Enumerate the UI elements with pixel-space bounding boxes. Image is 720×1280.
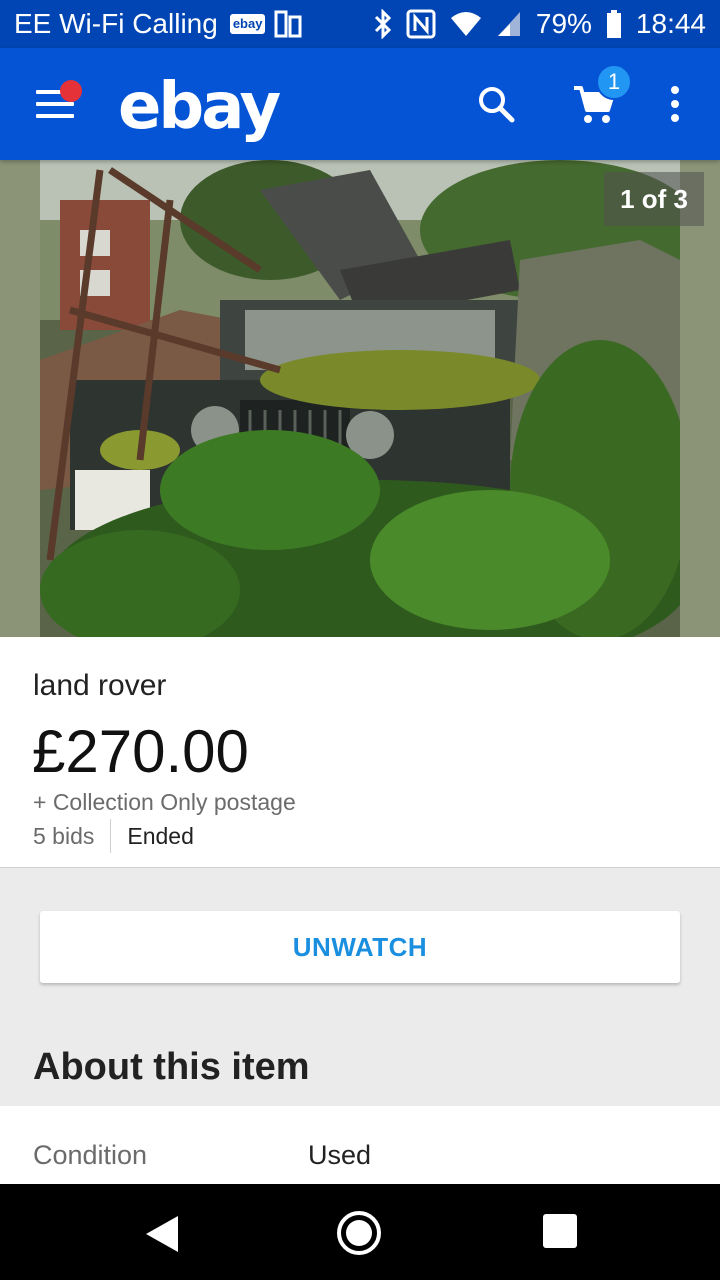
- condition-value: Used: [308, 1140, 372, 1170]
- listing-summary: land rover £270.00 + Collection Only pos…: [0, 637, 720, 868]
- unwatch-button[interactable]: UNWATCH: [40, 911, 680, 983]
- battery-icon: [606, 10, 622, 38]
- system-nav-bar: [0, 1184, 720, 1280]
- listing-status: Ended: [127, 822, 194, 849]
- bluetooth-icon: [374, 9, 392, 39]
- back-icon[interactable]: [142, 1214, 182, 1254]
- more-vert-icon[interactable]: [660, 84, 690, 124]
- about-heading: About this item: [33, 1046, 310, 1088]
- bid-count: 5 bids: [33, 822, 95, 849]
- menu-icon[interactable]: [36, 80, 82, 118]
- ebay-notification-icon: ebay: [229, 14, 266, 34]
- divider: [110, 819, 112, 853]
- cart-count-badge: 1: [596, 64, 632, 100]
- home-icon[interactable]: [336, 1210, 382, 1256]
- clock: 18:44: [635, 8, 706, 39]
- status-bar: EE Wi-Fi Calling ebay 79% 18:44: [0, 0, 720, 48]
- search-icon[interactable]: [476, 84, 516, 124]
- bid-status-row: 5 bids Ended: [33, 819, 194, 853]
- screen-mirror-icon: [273, 9, 303, 39]
- image-counter: 1 of 3: [604, 172, 704, 226]
- carrier-label: EE Wi-Fi Calling: [14, 8, 218, 39]
- condition-label: Condition: [33, 1140, 148, 1170]
- image-gallery[interactable]: 1 of 3: [0, 160, 720, 637]
- item-title: land rover: [33, 669, 167, 702]
- recents-icon[interactable]: [543, 1214, 577, 1248]
- nfc-icon: [406, 9, 436, 39]
- wifi-icon: [450, 10, 482, 38]
- postage-info: + Collection Only postage: [33, 789, 296, 815]
- notification-dot: [60, 80, 82, 102]
- condition-row: Condition Used: [0, 1106, 720, 1186]
- signal-icon: [496, 10, 522, 38]
- listing-photo[interactable]: [40, 160, 680, 637]
- item-price: £270.00: [32, 718, 249, 785]
- ebay-logo[interactable]: ebay: [118, 70, 281, 144]
- battery-percent: 79%: [535, 8, 592, 39]
